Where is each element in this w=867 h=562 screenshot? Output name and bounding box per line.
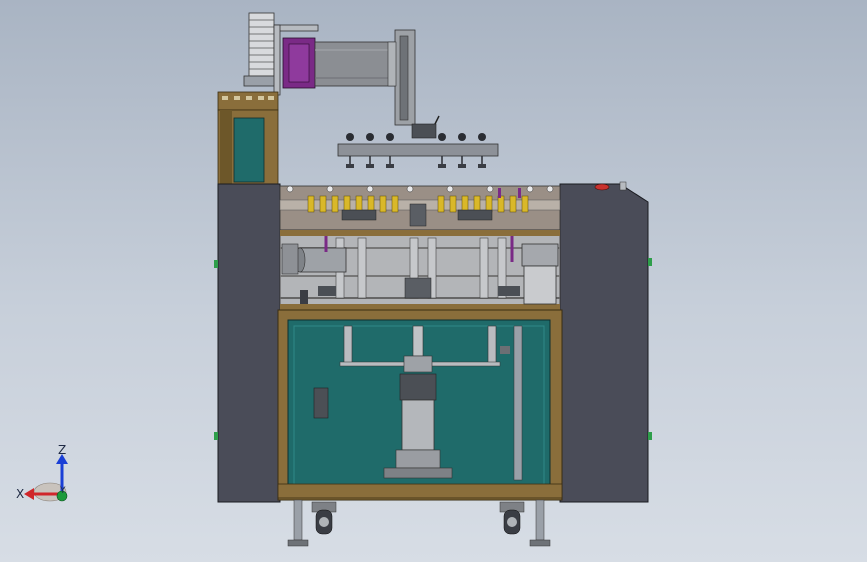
left-tower	[217, 91, 279, 185]
triad-y-label: Y	[60, 486, 66, 496]
right-side-panel	[559, 183, 649, 503]
triad-x-label: X	[16, 487, 25, 501]
cad-viewport[interactable]: Z X Y	[0, 0, 867, 562]
mid-mechanism	[279, 229, 561, 311]
nozzle-strip	[279, 185, 561, 231]
lower-cabinet	[277, 309, 563, 501]
left-side-panel	[217, 183, 281, 503]
machine-model	[24, 12, 652, 547]
casters	[287, 499, 551, 547]
triad-z-label: Z	[58, 443, 67, 457]
